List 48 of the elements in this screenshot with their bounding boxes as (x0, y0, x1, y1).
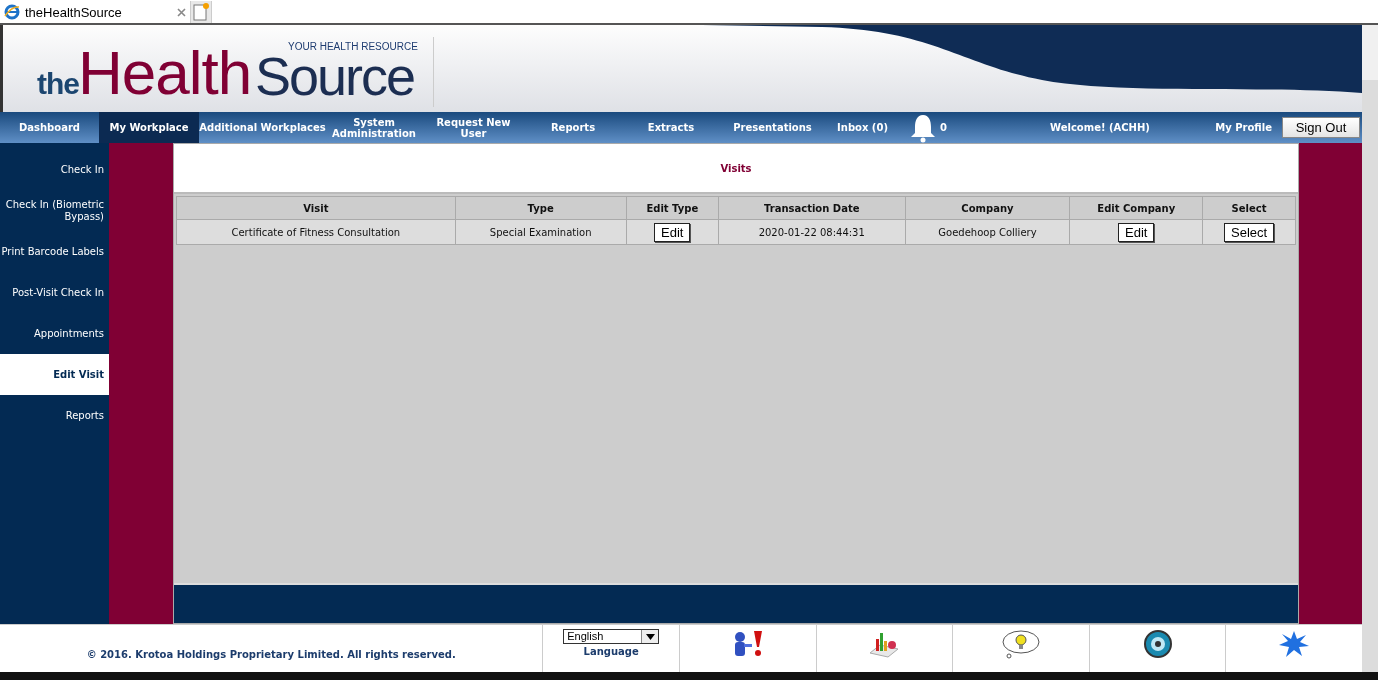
sidebar-item[interactable]: Print Barcode Labels (0, 231, 109, 272)
close-icon[interactable] (177, 7, 186, 17)
sidebar-item[interactable]: Check In (Biometric Bypass) (0, 190, 109, 231)
table-cell: Special Examination (455, 219, 627, 245)
column-header: Select (1202, 196, 1296, 220)
sidebar-item[interactable]: Reports (0, 395, 109, 436)
dropdown-caret-icon (645, 633, 655, 640)
nav-tab[interactable]: Additional Workplaces (199, 112, 326, 143)
column-header: Edit Company (1069, 196, 1203, 220)
row-button[interactable]: Edit (654, 222, 691, 242)
nav-tab[interactable]: System Administration (326, 112, 422, 143)
column-header: Type (455, 196, 627, 220)
nav-tab[interactable]: Reports (525, 112, 621, 143)
table-cell: Certificate of Fitness Consultation (176, 219, 456, 245)
table-cell: 2020-01-22 08:44:31 (718, 219, 905, 245)
welcome-text: Welcome! (ACHH) (1049, 122, 1151, 133)
browser-tab[interactable]: theHealthSource (0, 1, 190, 23)
sidebar-item[interactable]: Check In (0, 149, 109, 190)
help-icon[interactable] (1142, 629, 1173, 659)
sidebar-item[interactable]: Edit Visit (0, 354, 109, 395)
sidebar-item[interactable]: Post-Visit Check In (0, 272, 109, 313)
panel-title: Visits (720, 162, 752, 174)
my-profile-link[interactable]: My Profile (1215, 122, 1272, 133)
nav-tab[interactable]: Extracts (621, 112, 721, 143)
site-logo: YOUR HEALTH RESOURCE theHealthSource (33, 37, 434, 107)
nav-tab[interactable]: Presentations (721, 112, 824, 143)
nav-tab[interactable]: Inbox (0) (824, 112, 901, 143)
column-header: Visit (176, 196, 456, 220)
splash-icon[interactable] (1278, 629, 1311, 659)
copyright-text: © 2016. Krotoa Holdings Proprietary Limited. All rights reserved. (85, 648, 457, 662)
lightbulb-thought-icon[interactable] (1001, 629, 1041, 659)
bell-icon[interactable] (909, 112, 937, 143)
row-button[interactable]: Select (1224, 222, 1275, 242)
nav-tab[interactable]: Dashboard (0, 112, 99, 143)
nav-tab[interactable]: Request New User (422, 112, 525, 143)
column-header: Company (905, 196, 1070, 220)
notification-count: 0 (940, 122, 948, 133)
language-dropdown[interactable]: English (563, 629, 660, 644)
column-header: Edit Type (626, 196, 719, 220)
tab-title: theHealthSource (25, 4, 122, 20)
sidebar-item[interactable]: Appointments (0, 313, 109, 354)
table-cell: Goedehoop Colliery (905, 219, 1070, 245)
row-button[interactable]: Edit (1118, 222, 1155, 242)
nav-tab[interactable]: My Workplace (99, 112, 199, 143)
language-label: Language (583, 646, 639, 657)
sign-out-button[interactable]: Sign Out (1282, 117, 1360, 138)
column-header: Transaction Date (718, 196, 905, 220)
browser-logo-icon (4, 4, 20, 20)
